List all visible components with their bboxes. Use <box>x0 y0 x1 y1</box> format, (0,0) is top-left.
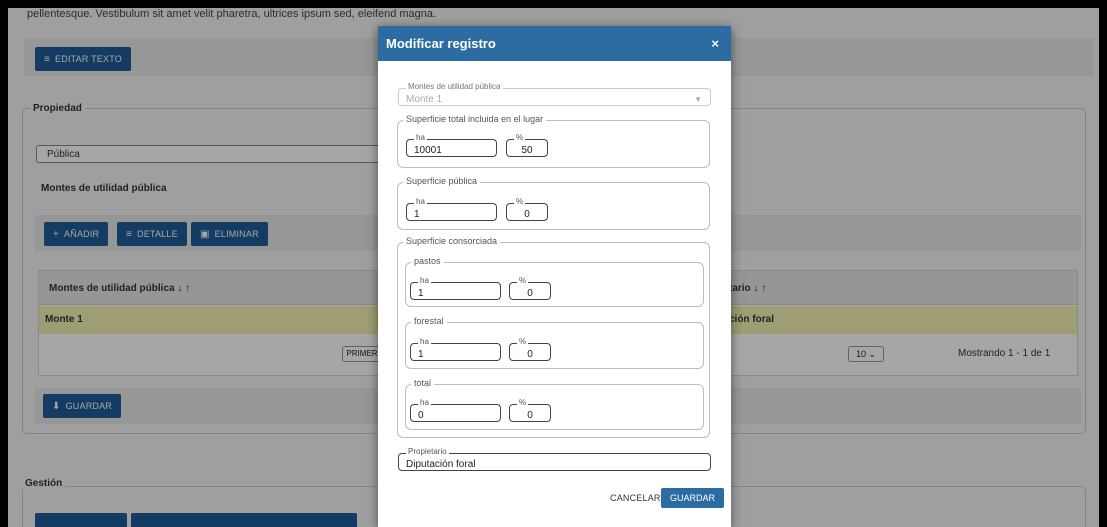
superficie-consorciada-legend: Superficie consorciada <box>403 236 501 246</box>
forestal-ha-input[interactable]: ha 1 <box>410 337 501 361</box>
total-ha-label: ha <box>418 398 431 408</box>
forestal-legend: forestal <box>411 316 447 326</box>
pastos-pct-value: 0 <box>527 288 533 299</box>
close-icon[interactable]: × <box>711 36 719 51</box>
superficie-publica-pct-value: 0 <box>524 209 530 220</box>
save-button[interactable]: GUARDAR <box>661 488 725 508</box>
total-fieldset: total ha 0 % 0 <box>405 378 704 430</box>
forestal-fieldset: forestal ha 1 % 0 <box>405 316 704 369</box>
superficie-total-ha-label: ha <box>414 133 427 143</box>
cancel-button[interactable]: CANCELAR <box>610 493 661 503</box>
superficie-total-fieldset: Superficie total incluida en el lugar ha… <box>397 114 710 168</box>
forestal-pct-label: % <box>517 337 529 347</box>
chevron-down-icon: ▼ <box>694 95 702 104</box>
modify-record-dialog: Modificar registro × Montes de utilidad … <box>378 26 731 527</box>
monte-select-label: Montes de utilidad pública <box>406 82 503 92</box>
superficie-total-legend: Superficie total incluida en el lugar <box>403 114 547 124</box>
superficie-publica-fieldset: Superficie pública ha 1 % 0 <box>397 176 710 230</box>
propietario-field[interactable]: Propietario Diputación foral <box>398 447 711 471</box>
total-ha-value: 0 <box>418 410 424 421</box>
superficie-total-pct-value: 50 <box>521 145 533 156</box>
pastos-ha-input[interactable]: ha 1 <box>410 276 501 300</box>
forestal-ha-label: ha <box>418 337 431 347</box>
dialog-header: Modificar registro × <box>378 26 731 61</box>
forestal-ha-value: 1 <box>418 349 424 360</box>
superficie-publica-legend: Superficie pública <box>403 176 481 186</box>
superficie-publica-ha-input[interactable]: ha 1 <box>406 197 497 221</box>
pastos-legend: pastos <box>411 256 444 266</box>
superficie-publica-ha-label: ha <box>414 197 427 207</box>
dialog-title: Modificar registro <box>386 36 496 51</box>
superficie-total-ha-input[interactable]: ha 10001 <box>406 133 497 157</box>
total-pct-value: 0 <box>527 410 533 421</box>
superficie-total-pct-input[interactable]: % 50 <box>506 133 548 157</box>
total-pct-input[interactable]: % 0 <box>509 398 551 422</box>
superficie-total-pct-label: % <box>514 133 526 143</box>
total-legend: total <box>411 378 435 388</box>
superficie-publica-ha-value: 1 <box>414 209 420 220</box>
propietario-label: Propietario <box>406 447 449 457</box>
pastos-ha-label: ha <box>418 276 431 286</box>
monte-select: Montes de utilidad pública Monte 1 ▼ <box>398 82 711 106</box>
pastos-pct-label: % <box>517 276 529 286</box>
pastos-fieldset: pastos ha 1 % 0 <box>405 256 704 307</box>
total-ha-input[interactable]: ha 0 <box>410 398 501 422</box>
monte-select-value: Monte 1 <box>406 94 443 105</box>
superficie-total-ha-value: 10001 <box>414 145 442 156</box>
superficie-consorciada-fieldset: Superficie consorciada pastos ha 1 % 0 f… <box>397 236 710 438</box>
pastos-pct-input[interactable]: % 0 <box>509 276 551 300</box>
forestal-pct-input[interactable]: % 0 <box>509 337 551 361</box>
propietario-value: Diputación foral <box>406 459 476 470</box>
total-pct-label: % <box>517 398 529 408</box>
pastos-ha-value: 1 <box>418 288 424 299</box>
superficie-publica-pct-input[interactable]: % 0 <box>506 197 548 221</box>
forestal-pct-value: 0 <box>527 349 533 360</box>
superficie-publica-pct-label: % <box>514 197 526 207</box>
